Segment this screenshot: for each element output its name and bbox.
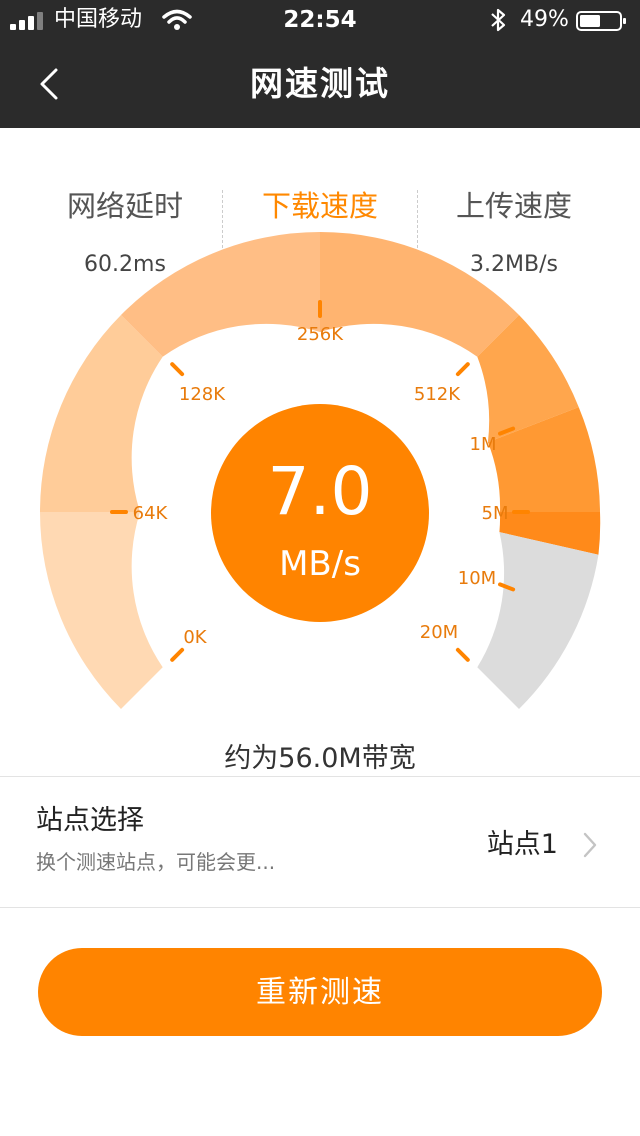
tick-label: 10M [457,568,497,589]
gauge-tick [170,647,185,662]
tick-label: 0K [183,627,207,648]
gauge-tick [455,362,470,377]
tick-label: 512K [413,384,461,405]
bandwidth-estimate: 约为56.0M带宽 [224,743,416,774]
selected-site: 站点1 [486,829,558,860]
gauge-tick [455,647,470,662]
tick-label: 128K [178,384,226,405]
speed-unit: MB/s [279,544,361,584]
site-selection-title: 站点选择 [36,805,144,836]
chevron-right-icon [583,832,597,858]
gauge-tick [170,362,185,377]
tick-label: 64K [132,503,168,524]
divider [0,776,640,777]
tick-label: 5M [481,503,509,524]
tick-label: 256K [296,324,344,345]
site-selection-subtitle: 换个测速站点，可能会更... [36,850,276,874]
speed-gauge [39,231,601,709]
gauge-remaining-track [477,532,599,709]
tick-label: 20M [419,622,459,643]
retest-button[interactable]: 重新测速 [38,948,602,1036]
speed-value: 7.0 [267,453,373,530]
gauge-segment-1 [40,315,163,512]
divider [0,907,640,908]
gauge-segment-0 [39,512,163,709]
tick-label: 1M [469,434,497,455]
